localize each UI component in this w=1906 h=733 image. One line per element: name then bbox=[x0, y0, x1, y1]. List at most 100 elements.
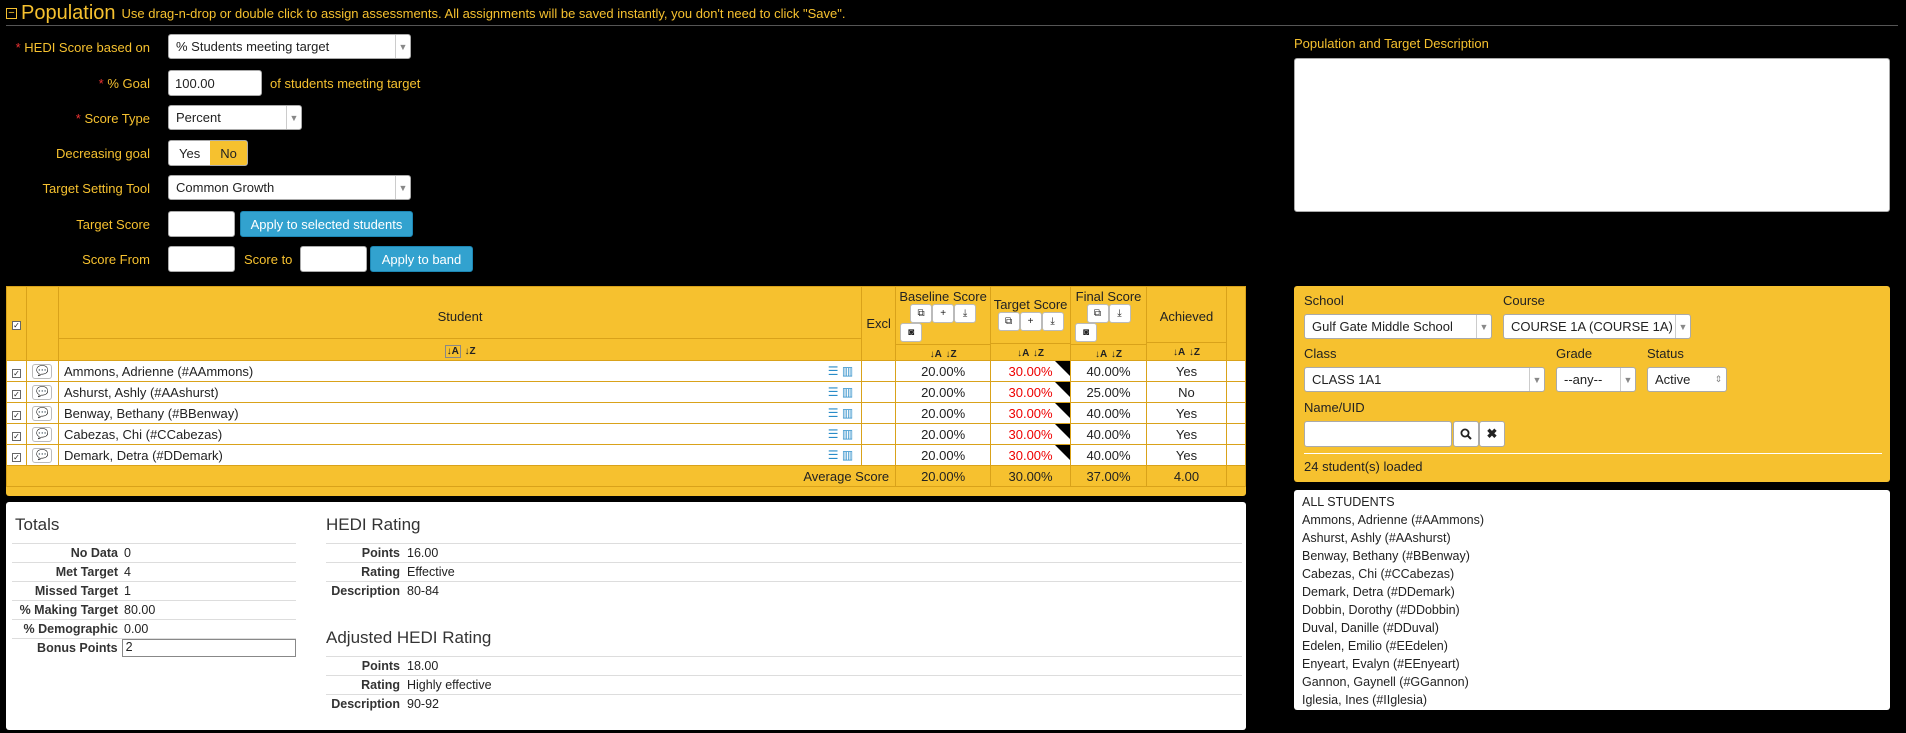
row-checkbox[interactable]: ✓ bbox=[11, 368, 21, 378]
grade-select[interactable]: --any-- ▼ bbox=[1556, 367, 1636, 392]
bar-chart-icon[interactable]: ▥ bbox=[842, 406, 853, 420]
copy-icon[interactable]: ⧉ bbox=[997, 312, 1020, 331]
download-icon[interactable]: ⤓ bbox=[954, 304, 977, 323]
list-item[interactable]: Benway, Bethany (#BBenway) bbox=[1302, 549, 1882, 567]
list-icon[interactable]: ☰ bbox=[828, 448, 839, 462]
bar-chart-icon[interactable]: ▥ bbox=[842, 364, 853, 378]
clear-icon[interactable]: ✖ bbox=[1479, 421, 1505, 447]
sort-desc-icon[interactable]: ↓Z bbox=[1111, 349, 1122, 360]
copy-icon[interactable]: ⧉ bbox=[910, 304, 933, 323]
row-checkbox[interactable]: ✓ bbox=[11, 452, 21, 462]
excl-cell[interactable] bbox=[861, 444, 897, 466]
baseline-cell[interactable]: 20.00% bbox=[895, 423, 992, 445]
list-item[interactable]: Dobbin, Dorothy (#DDobbin) bbox=[1302, 603, 1882, 621]
sort-desc-icon[interactable]: ↓Z bbox=[1033, 348, 1044, 359]
score-from-input[interactable] bbox=[168, 246, 235, 272]
list-item[interactable]: Iglesia, Ines (#IIglesia) bbox=[1302, 693, 1882, 710]
download-icon[interactable]: ⤓ bbox=[1108, 304, 1131, 323]
copy-icon[interactable]: ⧉ bbox=[1086, 304, 1109, 323]
sort-desc-icon[interactable]: ↓Z bbox=[1189, 347, 1200, 358]
student-name[interactable]: Ashurst, Ashly (#AAshurst) ☰ ▥ bbox=[57, 381, 863, 403]
target-cell[interactable]: 30.00% bbox=[990, 360, 1072, 382]
row-checkbox[interactable]: ✓ bbox=[11, 389, 21, 399]
student-name[interactable]: Ammons, Adrienne (#AAmmons) ☰ ▥ bbox=[57, 360, 863, 382]
final-cell[interactable]: 25.00% bbox=[1070, 381, 1147, 403]
list-icon[interactable]: ☰ bbox=[828, 385, 839, 399]
student-name[interactable]: Cabezas, Chi (#CCabezas) ☰ ▥ bbox=[57, 423, 863, 445]
school-select[interactable]: Gulf Gate Middle School ▼ bbox=[1304, 314, 1492, 339]
excl-cell[interactable] bbox=[861, 423, 897, 445]
decreasing-no[interactable]: No bbox=[210, 141, 247, 165]
list-icon[interactable]: ☰ bbox=[828, 427, 839, 441]
score-type-select[interactable]: Percent ▼ bbox=[168, 105, 302, 130]
table-row[interactable]: ✓ 💬 Demark, Detra (#DDemark) ☰ ▥ 20.00% 30.00… bbox=[6, 444, 1247, 466]
student-name[interactable]: Benway, Bethany (#BBenway) ☰ ▥ bbox=[57, 402, 863, 424]
list-icon[interactable]: ☰ bbox=[828, 364, 839, 378]
status-select[interactable]: Active ⇕ bbox=[1647, 367, 1727, 392]
final-cell[interactable]: 40.00% bbox=[1070, 444, 1147, 466]
final-cell[interactable]: 40.00% bbox=[1070, 423, 1147, 445]
list-item[interactable]: Demark, Detra (#DDemark) bbox=[1302, 585, 1882, 603]
tool-select[interactable]: Common Growth ▼ bbox=[168, 175, 411, 200]
final-cell[interactable]: 40.00% bbox=[1070, 402, 1147, 424]
baseline-cell[interactable]: 20.00% bbox=[895, 444, 992, 466]
apply-selected-button[interactable]: Apply to selected students bbox=[240, 211, 413, 237]
table-row[interactable]: ✓ 💬 Cabezas, Chi (#CCabezas) ☰ ▥ 20.00% 30.00… bbox=[6, 423, 1247, 445]
final-cell[interactable]: 40.00% bbox=[1070, 360, 1147, 382]
list-item[interactable]: Duval, Danille (#DDuval) bbox=[1302, 621, 1882, 639]
baseline-cell[interactable]: 20.00% bbox=[895, 402, 992, 424]
baseline-cell[interactable]: 20.00% bbox=[895, 381, 992, 403]
excl-cell[interactable] bbox=[861, 381, 897, 403]
course-select[interactable]: COURSE 1A (COURSE 1A) ▼ bbox=[1503, 314, 1691, 339]
list-item[interactable]: Enyeart, Evalyn (#EEnyeart) bbox=[1302, 657, 1882, 675]
table-row[interactable]: ✓ 💬 Benway, Bethany (#BBenway) ☰ ▥ 20.00% 30.… bbox=[6, 402, 1247, 424]
comment-icon[interactable]: 💬 bbox=[32, 427, 53, 443]
target-cell[interactable]: 30.00% bbox=[990, 402, 1072, 424]
list-item[interactable]: Edelen, Emilio (#EEdelen) bbox=[1302, 639, 1882, 657]
score-to-input[interactable] bbox=[300, 246, 367, 272]
target-cell[interactable]: 30.00% bbox=[990, 423, 1072, 445]
select-all-checkbox[interactable]: ✓ bbox=[11, 321, 21, 330]
add-icon[interactable]: + bbox=[932, 304, 955, 323]
sort-desc-icon[interactable]: ↓Z bbox=[945, 349, 956, 360]
target-cell[interactable]: 30.00% bbox=[990, 444, 1072, 466]
table-row[interactable]: ✓ 💬 Ashurst, Ashly (#AAshurst) ☰ ▥ 20.00% 30.… bbox=[6, 381, 1247, 403]
apply-band-button[interactable]: Apply to band bbox=[370, 246, 473, 272]
goal-input[interactable]: 100.00 bbox=[168, 70, 262, 96]
table-row[interactable]: ✓ 💬 Ammons, Adrienne (#AAmmons) ☰ ▥ 20.00% 30… bbox=[6, 360, 1247, 382]
camera-icon[interactable]: ◙ bbox=[900, 323, 923, 342]
comment-icon[interactable]: 💬 bbox=[32, 385, 53, 401]
row-checkbox[interactable]: ✓ bbox=[11, 431, 21, 441]
excl-cell[interactable] bbox=[861, 402, 897, 424]
list-icon[interactable]: ☰ bbox=[828, 406, 839, 420]
sort-asc-icon[interactable]: ↓A bbox=[930, 349, 942, 360]
camera-icon[interactable]: ◙ bbox=[1075, 323, 1098, 342]
bar-chart-icon[interactable]: ▥ bbox=[842, 448, 853, 462]
sort-asc-icon[interactable]: ↓A bbox=[1017, 348, 1029, 359]
list-item[interactable]: Cabezas, Chi (#CCabezas) bbox=[1302, 567, 1882, 585]
description-textarea[interactable] bbox=[1294, 58, 1890, 212]
student-name[interactable]: Demark, Detra (#DDemark) ☰ ▥ bbox=[57, 444, 863, 466]
bar-chart-icon[interactable]: ▥ bbox=[842, 427, 853, 441]
bar-chart-icon[interactable]: ▥ bbox=[842, 385, 853, 399]
target-cell[interactable]: 30.00% bbox=[990, 381, 1072, 403]
decreasing-yes[interactable]: Yes bbox=[169, 141, 210, 165]
download-icon[interactable]: ⤓ bbox=[1041, 312, 1064, 331]
baseline-cell[interactable]: 20.00% bbox=[895, 360, 992, 382]
list-item[interactable]: Ammons, Adrienne (#AAmmons) bbox=[1302, 513, 1882, 531]
list-item[interactable]: ALL STUDENTS bbox=[1302, 495, 1882, 513]
add-icon[interactable]: + bbox=[1019, 312, 1042, 331]
row-checkbox[interactable]: ✓ bbox=[11, 410, 21, 420]
sort-desc-icon[interactable]: ↓Z bbox=[464, 346, 475, 357]
excl-cell[interactable] bbox=[861, 360, 897, 382]
hedi-select[interactable]: % Students meeting target ▼ bbox=[168, 34, 411, 59]
target-score-input[interactable] bbox=[168, 211, 235, 237]
bonus-points-input[interactable]: 2 bbox=[121, 639, 296, 657]
class-select[interactable]: CLASS 1A1 ▼ bbox=[1304, 367, 1545, 392]
search-icon[interactable] bbox=[1453, 421, 1479, 447]
decreasing-toggle[interactable]: Yes No bbox=[168, 140, 248, 166]
comment-icon[interactable]: 💬 bbox=[32, 406, 53, 422]
name-uid-input[interactable] bbox=[1304, 421, 1452, 447]
sort-asc-icon[interactable]: ↓A bbox=[444, 345, 461, 358]
sort-asc-icon[interactable]: ↓A bbox=[1173, 347, 1185, 358]
